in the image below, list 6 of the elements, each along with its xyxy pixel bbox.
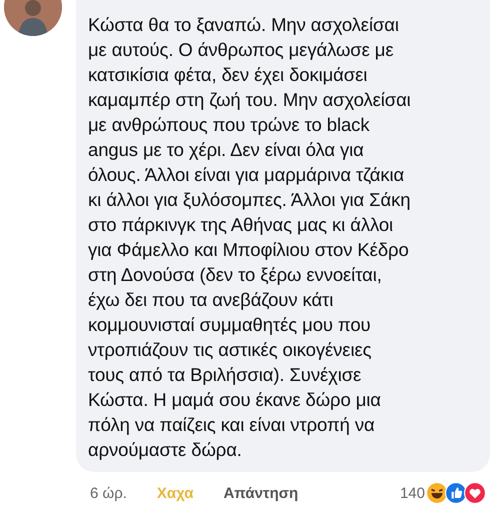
laughing-emoji-icon [426, 482, 448, 504]
comment-text: Κώστα θα το ξαναπώ. Μην ασχολείσαι με αυτούς. Ο άνθρωπος μεγάλωσε με κατσικίσια φέτα, δεν έχει δοκιμάσει καμαμπέρ στη ζωή του. Μην ασχολείσαι με ανθρώπους που τρώνε το black angus με το χέρι. Δεν είναι όλα για όλους. Άλλοι είναι για μαρμάρινα τζάκια κι άλλοι για ξυλόσομπες. Άλλοι για Σάκη στο πάρκινγκ της Αθήνας μας κι άλλοι για Φάμελλο και Μποφίλιου στον Κέδρο στη Δονούσα (δεν το ξέρω εννοείται, έχω δει που τα ανεβάζουν κάτι κομμουνισταί συμμαθητές μου που ντροπιάζουν τις αστικές οικογένειες τους από τα Βριλήσσια). Συνέχισε Κώστα. Η μαμά σου έκανε δώρο μια πόλη να παίζεις και είναι ντροπή να αρνούμαστε δώρα. [88, 13, 412, 462]
thumbs-up-icon [445, 482, 467, 504]
reaction-count[interactable]: 140 [400, 484, 425, 502]
timestamp: 6 ώρ. [90, 484, 127, 502]
reply-link[interactable]: Απάντηση [223, 484, 298, 502]
